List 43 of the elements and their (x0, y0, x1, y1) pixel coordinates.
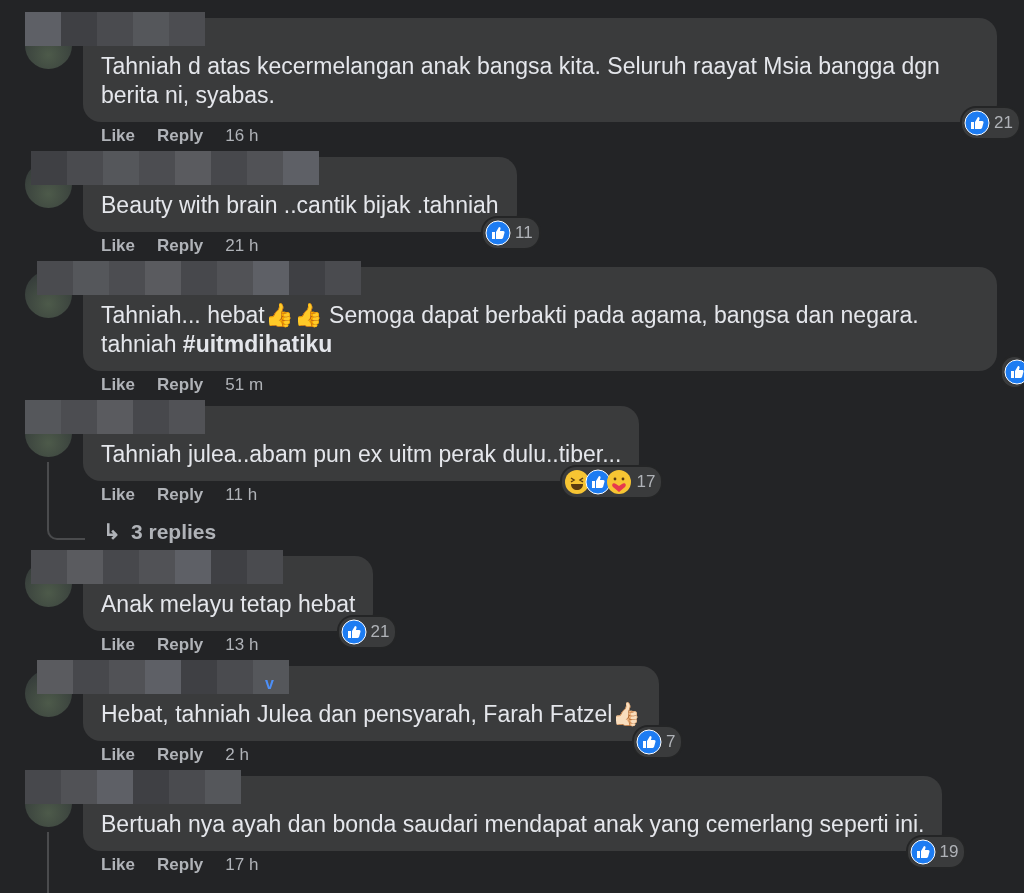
like-link[interactable]: Like (101, 631, 136, 659)
like-reaction-icon (585, 469, 612, 495)
timestamp: 2 h (225, 744, 249, 766)
reaction-count: 17 (562, 467, 662, 497)
like-reaction-icon (484, 220, 511, 246)
timestamp: 13 h (225, 634, 259, 656)
like-link[interactable]: Like (101, 122, 136, 150)
like-link[interactable]: Like (101, 741, 136, 769)
timestamp: 21 h (225, 235, 259, 257)
comment-text: Tahniah d atas kecermelangan anak bangsa kita. Seluruh raayat Msia bangga dgn berita ni, syabas. (101, 52, 941, 110)
timestamp: 51 m (225, 374, 264, 396)
reply-link[interactable]: Reply (157, 481, 204, 509)
reply-link[interactable]: Reply (157, 741, 204, 769)
reaction-count: 21 (338, 617, 396, 647)
like-reaction-icon (964, 110, 991, 136)
hugging-face-icon (606, 469, 633, 495)
comment-text: Hebat, tahniah Julea dan pensyarah, Farah Fatzel👍🏻 (101, 700, 642, 729)
like-link[interactable]: Like (101, 371, 136, 399)
like-reaction-icon (909, 839, 936, 865)
like-reaction-icon (340, 619, 367, 645)
comment-text: Tahniah julea..abam pun ex uitm perak dulu..tiber... (101, 440, 622, 469)
timestamp: 16 h (225, 125, 259, 147)
reply-link[interactable]: Reply (157, 232, 204, 260)
comment-text: Anak melayu tetap hebat (101, 590, 356, 619)
comment-text: Bertuah nya ayah dan bonda saudari mendapat anak yang cemerlang seperti ini. (101, 810, 925, 839)
reaction-count: 11 (482, 218, 539, 248)
comment-text: Beauty with brain ..cantik bijak .tahniah (101, 191, 499, 220)
like-link[interactable]: Like (101, 232, 136, 260)
timestamp: 17 h (225, 854, 259, 876)
comment-text: Tahniah... hebat👍👍 Semoga dapat berbakti pada agama, bangsa dan negara. tahniah #uitmdihatiku (101, 301, 920, 359)
reply-link[interactable]: Reply (157, 371, 204, 399)
like-link[interactable]: Like (101, 851, 136, 879)
reply-link[interactable]: Reply (157, 631, 204, 659)
like-link[interactable]: Like (101, 481, 136, 509)
reaction-count: 7 (633, 727, 682, 757)
name-text: v (265, 674, 274, 694)
view-replies-link[interactable]: ↳ 3 replies (103, 516, 217, 546)
timestamp: 11 h (225, 484, 258, 506)
like-reaction-icon (635, 729, 662, 755)
reply-link[interactable]: Reply (157, 122, 204, 150)
reply-link[interactable]: Reply (157, 851, 204, 879)
reaction-count: 19 (907, 837, 965, 867)
reaction-count: 21 (962, 108, 1019, 138)
